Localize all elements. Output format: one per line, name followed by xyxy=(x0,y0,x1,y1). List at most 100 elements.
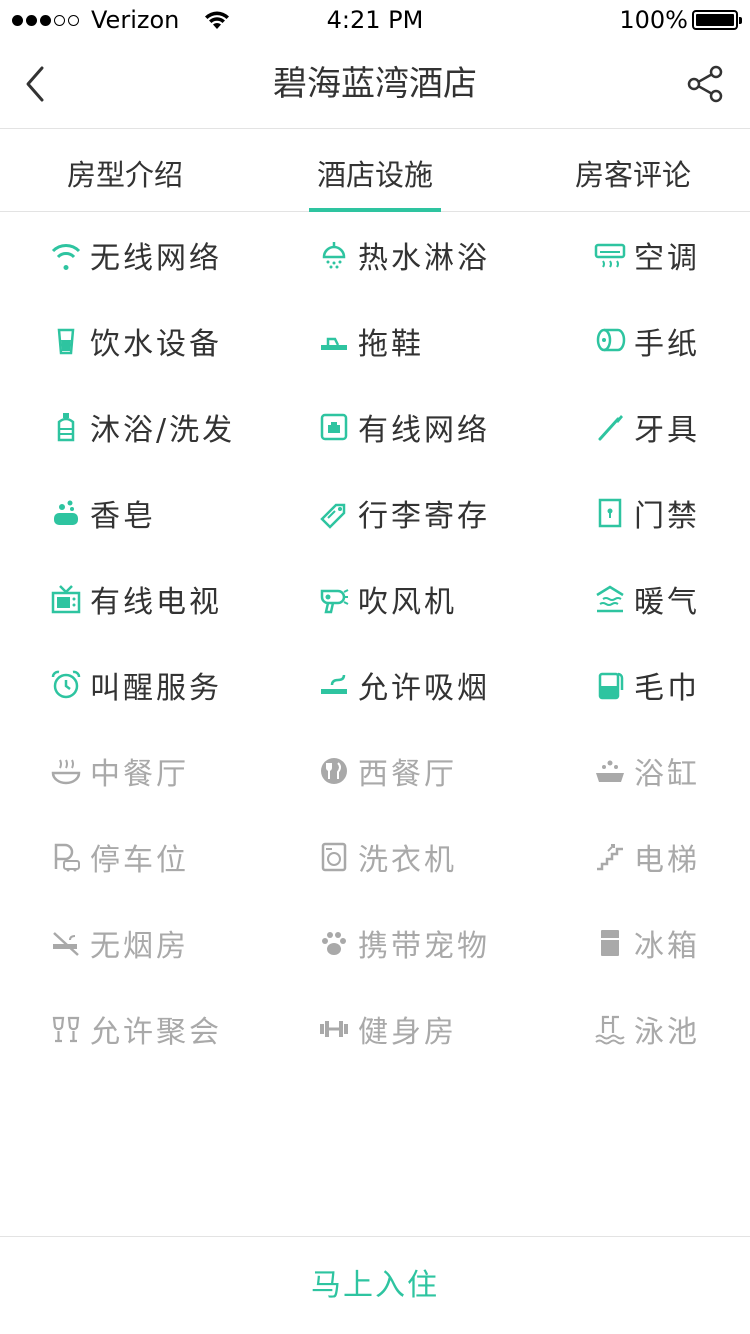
facility-item: 允许吸烟 xyxy=(318,642,490,728)
facility-label: 门禁 xyxy=(634,499,700,534)
alarm-clock-icon xyxy=(51,670,81,699)
facility-row: 香皂 行李寄存 门禁 xyxy=(0,470,750,556)
battery-percent: 100% xyxy=(619,6,688,34)
facility-label: 冰箱 xyxy=(634,929,700,964)
toilet-paper-icon xyxy=(596,328,626,352)
toothbrush-icon xyxy=(598,415,623,441)
swimming-pool-icon xyxy=(595,1015,625,1045)
facility-label: 电梯 xyxy=(634,843,700,878)
facility-label: 叫醒服务 xyxy=(90,671,222,706)
facility-item: 空调 xyxy=(594,212,700,298)
facility-label: 毛巾 xyxy=(634,671,700,706)
navigation-bar: 碧海蓝湾酒店 xyxy=(0,40,750,129)
facility-label: 泳池 xyxy=(634,1015,700,1050)
facility-item: 手纸 xyxy=(594,298,700,384)
facility-row: 叫醒服务 允许吸烟 毛巾 xyxy=(0,642,750,728)
facility-row: 中餐厅 西餐厅 浴缸 xyxy=(0,728,750,814)
towel-icon xyxy=(598,672,624,700)
facility-label: 允许聚会 xyxy=(90,1015,222,1050)
facility-label: 沐浴/洗发 xyxy=(90,413,236,448)
page-title: 碧海蓝湾酒店 xyxy=(273,64,477,104)
washing-machine-icon xyxy=(321,842,347,872)
facility-item: 洗衣机 xyxy=(318,814,457,900)
facility-item: 吹风机 xyxy=(318,556,457,642)
facility-item: 电梯 xyxy=(594,814,700,900)
hotel-facilities-page: Verizon 4:21 PM 100% 碧海蓝湾酒店 房型介绍 酒店设施 房客… xyxy=(0,0,750,1334)
facility-item: 西餐厅 xyxy=(318,728,457,814)
elevator-stairs-icon xyxy=(597,844,623,871)
status-bar: Verizon 4:21 PM 100% xyxy=(0,0,750,40)
facility-row: 允许聚会 健身房 泳池 xyxy=(0,986,750,1072)
facility-label: 西餐厅 xyxy=(358,757,457,792)
facility-item: 暖气 xyxy=(594,556,700,642)
facility-item: 中餐厅 xyxy=(50,728,189,814)
tv-icon xyxy=(51,585,81,614)
facility-item: 拖鞋 xyxy=(318,298,424,384)
facility-item: 有线网络 xyxy=(318,384,490,470)
facility-row: 停车位 洗衣机 电梯 xyxy=(0,814,750,900)
facility-label: 浴缸 xyxy=(634,757,700,792)
wifi-icon xyxy=(51,244,81,270)
facility-item: 携带宠物 xyxy=(318,900,490,986)
facility-item: 沐浴/洗发 xyxy=(50,384,235,470)
facility-label: 拖鞋 xyxy=(358,327,424,362)
dumbbell-icon xyxy=(320,1021,348,1037)
facility-item: 饮水设备 xyxy=(50,298,222,384)
facility-label: 吹风机 xyxy=(358,585,457,620)
tab-bar: 房型介绍 酒店设施 房客评论 xyxy=(0,129,750,212)
facility-label: 洗衣机 xyxy=(358,843,457,878)
bathtub-icon xyxy=(596,760,624,782)
facility-item: 有线电视 xyxy=(50,556,222,642)
facility-item: 叫醒服务 xyxy=(50,642,222,728)
slipper-icon xyxy=(321,337,347,350)
facility-row: 有线电视 吹风机 暖气 xyxy=(0,556,750,642)
western-dining-icon xyxy=(321,758,347,784)
chinese-dish-icon xyxy=(51,759,81,785)
facility-label: 行李寄存 xyxy=(358,499,490,534)
facility-item: 停车位 xyxy=(50,814,189,900)
facility-row: 饮水设备 拖鞋 手纸 xyxy=(0,298,750,384)
facility-item: 允许聚会 xyxy=(50,986,222,1072)
parking-icon xyxy=(54,843,80,872)
facility-item: 牙具 xyxy=(594,384,700,470)
tab-guest-reviews[interactable]: 房客评论 xyxy=(523,129,743,211)
facility-label: 饮水设备 xyxy=(90,327,222,362)
facility-label: 停车位 xyxy=(90,843,189,878)
facility-label: 暖气 xyxy=(634,585,700,620)
status-right: 100% xyxy=(619,6,742,34)
facility-row: 无烟房 携带宠物 冰箱 xyxy=(0,900,750,986)
ethernet-icon xyxy=(320,413,348,441)
shower-icon xyxy=(322,242,346,269)
facility-label: 有线网络 xyxy=(358,413,490,448)
paw-icon xyxy=(322,932,346,955)
facility-label: 手纸 xyxy=(634,327,700,362)
hair-dryer-icon xyxy=(320,589,349,614)
facility-label: 空调 xyxy=(634,241,700,276)
share-icon[interactable] xyxy=(686,64,726,104)
facilities-grid: 无线网络 热水淋浴 空调饮水设备 拖鞋 手纸沐浴/洗发 有线网络 牙具香皂 行李寄存 门禁有线电… xyxy=(0,212,750,1072)
facility-label: 香皂 xyxy=(90,499,156,534)
shampoo-bottle-icon xyxy=(57,413,75,442)
facility-item: 行李寄存 xyxy=(318,470,490,556)
bottom-bar: 马上入住 xyxy=(0,1236,750,1334)
facility-label: 允许吸烟 xyxy=(358,671,490,706)
facility-item: 泳池 xyxy=(594,986,700,1072)
facility-item: 浴缸 xyxy=(594,728,700,814)
luggage-tag-icon xyxy=(320,503,346,529)
facility-label: 热水淋浴 xyxy=(358,241,490,276)
facility-label: 中餐厅 xyxy=(90,757,189,792)
fridge-icon xyxy=(601,930,619,956)
facility-item: 门禁 xyxy=(594,470,700,556)
facility-row: 无线网络 热水淋浴 空调 xyxy=(0,212,750,298)
tab-hotel-facilities[interactable]: 酒店设施 xyxy=(265,129,485,212)
soap-icon xyxy=(54,500,78,525)
heating-icon xyxy=(596,585,624,613)
facility-row: 沐浴/洗发 有线网络 牙具 xyxy=(0,384,750,470)
facility-label: 健身房 xyxy=(358,1015,457,1050)
facility-label: 无线网络 xyxy=(90,241,222,276)
battery-icon xyxy=(692,10,742,30)
tab-room-types[interactable]: 房型介绍 xyxy=(15,129,235,211)
book-now-button[interactable]: 马上入住 xyxy=(0,1237,750,1334)
facility-label: 有线电视 xyxy=(90,585,222,620)
facility-item: 无线网络 xyxy=(50,212,222,298)
